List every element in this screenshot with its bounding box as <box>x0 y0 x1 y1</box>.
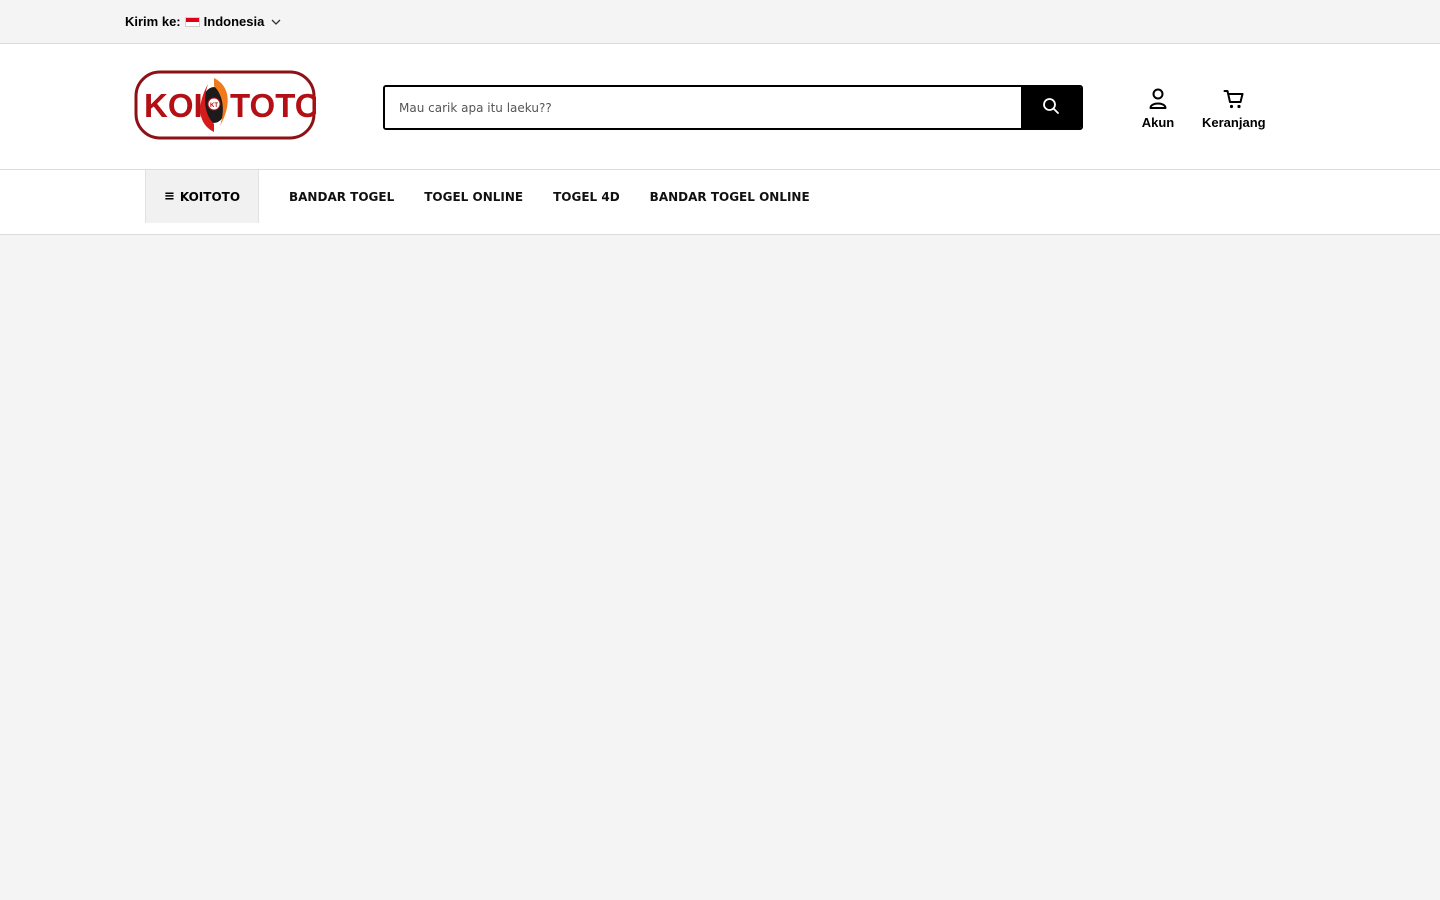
search-icon <box>1042 97 1060 118</box>
main-content <box>0 235 1440 899</box>
hamburger-icon: ≡ <box>163 189 175 204</box>
nav-link-bandar-togel-online[interactable]: BANDAR TOGEL ONLINE <box>650 190 810 204</box>
nav-links: BANDAR TOGEL TOGEL ONLINE TOGEL 4D BANDA… <box>289 170 810 223</box>
category-menu-button[interactable]: ≡ KOITOTO <box>145 170 259 223</box>
logo-badge: KT <box>210 103 218 109</box>
cart-button[interactable]: Keranjang <box>1202 88 1266 130</box>
nav-link-togel-4d[interactable]: TOGEL 4D <box>553 190 620 204</box>
ship-to-selector[interactable]: Kirim ke: Indonesia <box>125 14 282 29</box>
logo-text-right: TOTO <box>230 87 316 124</box>
nav-link-togel-online[interactable]: TOGEL ONLINE <box>424 190 523 204</box>
ship-to-label: Kirim ke: <box>125 14 181 29</box>
chevron-down-icon <box>270 16 282 28</box>
category-menu-label: KOITOTO <box>179 189 241 204</box>
nav-link-bandar-togel[interactable]: BANDAR TOGEL <box>289 190 394 204</box>
account-button[interactable]: Akun <box>1134 88 1182 130</box>
account-label: Akun <box>1141 115 1175 130</box>
cart-icon <box>1223 88 1245 115</box>
top-strip: Kirim ke: Indonesia <box>0 0 1440 44</box>
main-nav: ≡ KOITOTO BANDAR TOGEL TOGEL ONLINE TOGE… <box>0 170 1440 235</box>
user-icon <box>1148 88 1168 115</box>
search-input[interactable] <box>385 87 1021 128</box>
logo-text-left: KOI <box>144 87 203 124</box>
header-actions: Akun Keranjang <box>1134 88 1266 130</box>
koitoto-logo[interactable]: KOI KT TOTO <box>134 70 320 140</box>
search-button[interactable] <box>1021 87 1081 128</box>
ship-to-country: Indonesia <box>203 14 265 29</box>
cart-label: Keranjang <box>1202 115 1266 130</box>
search-bar <box>383 85 1083 130</box>
indonesia-flag-icon <box>184 16 200 27</box>
site-header: KOI KT TOTO Mau carik apa itu laeku?? Ak… <box>0 44 1440 170</box>
